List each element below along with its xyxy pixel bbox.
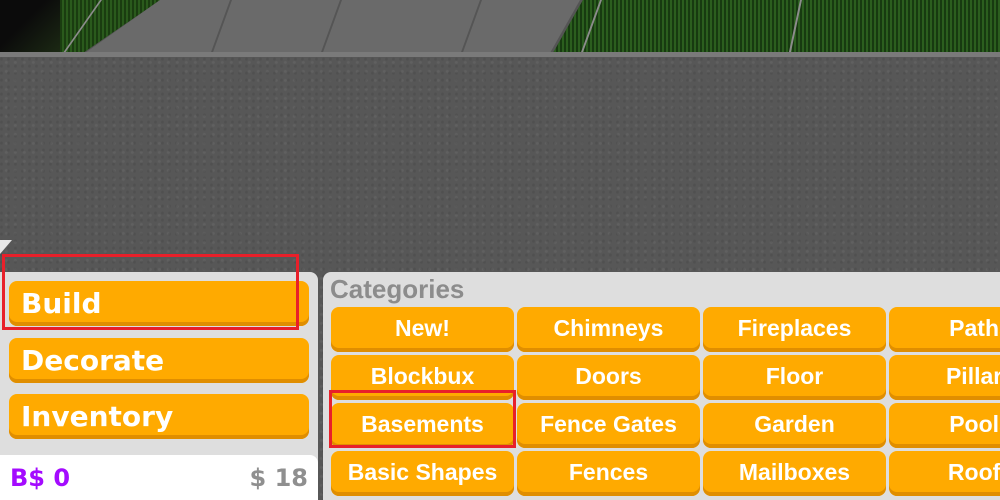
- category-button-label: Fences: [568, 458, 649, 485]
- category-button-blockbux[interactable]: Blockbux: [331, 355, 514, 400]
- category-button-label: Pillars: [945, 362, 1000, 389]
- build-button-label: Build: [21, 287, 102, 320]
- category-button-pools[interactable]: Pools: [889, 403, 1000, 448]
- category-button-label: New!: [395, 314, 450, 341]
- category-button-label: Basic Shapes: [347, 458, 498, 485]
- dark-corner: [0, 0, 60, 55]
- decorate-button[interactable]: Decorate: [9, 338, 309, 383]
- categories-panel: Categories New! Chimneys Fireplaces Paths Bl…: [323, 272, 1000, 500]
- blockbux-balance: B$ 0: [10, 463, 71, 492]
- category-button-label: Chimneys: [553, 314, 664, 341]
- category-button-label: Roofs: [947, 458, 1000, 485]
- category-button-label: Paths: [949, 314, 1000, 341]
- category-button-garden[interactable]: Garden: [703, 403, 886, 448]
- category-button-label: Fence Gates: [540, 410, 677, 437]
- cash-balance: $ 18: [249, 463, 308, 492]
- category-button-label: Mailboxes: [738, 458, 851, 485]
- wallet-bar: B$ 0 $ 18: [0, 455, 318, 500]
- road-area: [0, 0, 1000, 55]
- category-button-chimneys[interactable]: Chimneys: [517, 307, 700, 352]
- category-button-fences[interactable]: Fences: [517, 451, 700, 496]
- category-button-fireplaces[interactable]: Fireplaces: [703, 307, 886, 352]
- build-mode-menu: Build Decorate Inventory B$ 0 $ 18: [0, 272, 318, 500]
- build-button[interactable]: Build: [9, 281, 309, 326]
- mouse-cursor-icon: [0, 240, 12, 254]
- category-button-new[interactable]: New!: [331, 307, 514, 352]
- category-button-paths[interactable]: Paths: [889, 307, 1000, 352]
- category-button-label: Basements: [361, 410, 484, 437]
- category-button-label: Floor: [765, 362, 824, 389]
- category-button-label: Fireplaces: [737, 314, 852, 341]
- category-button-fence-gates[interactable]: Fence Gates: [517, 403, 700, 448]
- category-button-floor[interactable]: Floor: [703, 355, 886, 400]
- category-button-doors[interactable]: Doors: [517, 355, 700, 400]
- category-button-basic-shapes[interactable]: Basic Shapes: [331, 451, 514, 496]
- categories-title: Categories: [330, 274, 465, 304]
- category-button-label: Blockbux: [370, 362, 475, 389]
- inventory-button[interactable]: Inventory: [9, 394, 309, 439]
- inventory-button-label: Inventory: [21, 400, 174, 433]
- category-button-mailboxes[interactable]: Mailboxes: [703, 451, 886, 496]
- decorate-button-label: Decorate: [21, 344, 165, 377]
- category-button-basements[interactable]: Basements: [331, 403, 514, 448]
- category-button-roofs[interactable]: Roofs: [889, 451, 1000, 496]
- category-button-label: Doors: [575, 362, 642, 389]
- category-button-label: Garden: [754, 410, 835, 437]
- category-button-label: Pools: [949, 410, 1000, 437]
- category-button-pillars[interactable]: Pillars: [889, 355, 1000, 400]
